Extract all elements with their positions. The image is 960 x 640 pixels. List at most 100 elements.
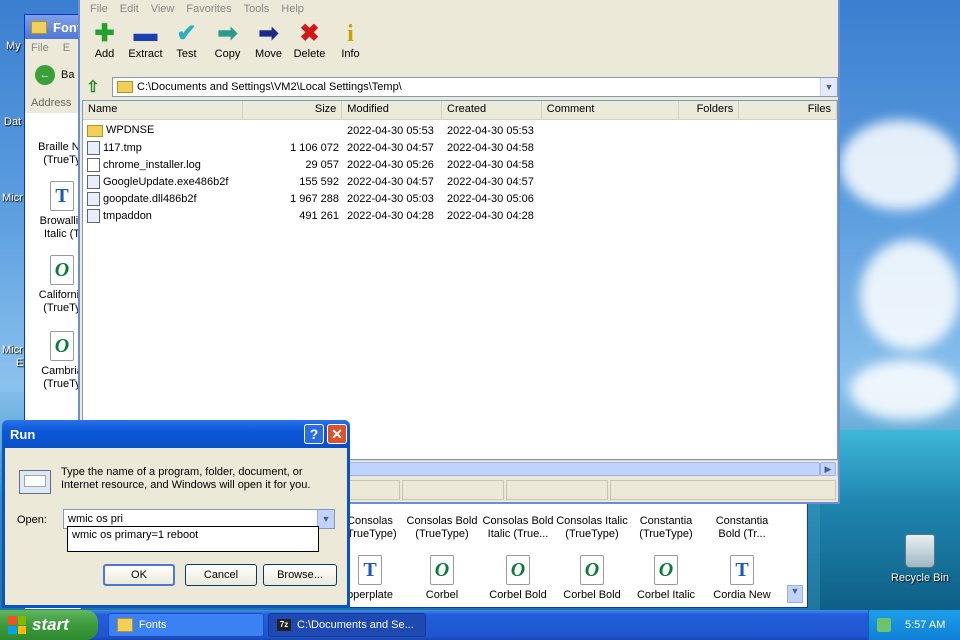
file-size: 1 967 288 [290,192,339,205]
menu-view[interactable]: View [145,3,181,15]
col-files[interactable]: Files [739,101,837,119]
run-command-value: wmic os pri [68,513,124,525]
copy-button[interactable]: ➡ Copy [207,18,248,66]
table-row[interactable]: WPDNSE 2022-04-30 05:53 2022-04-30 05:53 [83,122,837,139]
taskbar-item-label: Fonts [139,619,167,631]
font-item-label: Corbel Bold [563,589,621,601]
run-description: Type the name of a program, folder, docu… [61,466,311,491]
menu-edit[interactable]: E [63,42,70,54]
table-row[interactable]: goopdate.dll486b2f 1 967 288 2022-04-30 … [83,190,837,207]
file-list-header: Name Size Modified Created Comment Folde… [83,101,837,120]
menu-favorites[interactable]: Favorites [180,3,237,15]
font-item-label: Corbel Bold [489,589,547,601]
extract-button[interactable]: ▬ Extract [125,18,166,66]
table-row[interactable]: tmpaddon 491 261 2022-04-30 04:28 2022-0… [83,207,837,224]
font-item[interactable]: Constantia (TrueType) [627,515,705,541]
tray-icon[interactable] [877,618,891,632]
close-icon: ✕ [331,425,343,442]
table-row[interactable]: GoogleUpdate.exe486b2f 155 592 2022-04-3… [83,173,837,190]
font-item[interactable]: O Corbel Bold [553,555,631,602]
file-name: chrome_installer.log [103,158,201,171]
table-row[interactable]: chrome_installer.log 29 057 2022-04-30 0… [83,156,837,173]
menu-help[interactable]: Help [275,3,310,15]
desktop-label[interactable]: Micr [2,344,23,356]
menu-file[interactable]: File [84,3,114,15]
ok-button[interactable]: OK [103,564,175,586]
run-title-bar[interactable]: Run ? ✕ [2,420,350,448]
scroll-right-icon[interactable]: ▶ [820,462,836,476]
file-size: 29 057 [305,158,339,171]
taskbar-item-7zip[interactable]: 7z C:\Documents and Se... [268,613,426,637]
file-modified: 2022-04-30 05:03 [347,192,434,205]
add-button[interactable]: ✚ Add [84,18,125,66]
help-icon: ? [309,426,319,442]
recycle-bin-label: Recycle Bin [890,572,950,584]
cancel-button[interactable]: Cancel [185,564,257,586]
file-list[interactable]: Name Size Modified Created Comment Folde… [82,100,838,460]
folder-icon [117,618,133,632]
file-created: 2022-04-30 04:58 [447,158,534,171]
back-label[interactable]: Ba [61,69,74,81]
taskbar-item-fonts[interactable]: Fonts [108,613,264,637]
up-folder-button[interactable]: ⇧ [82,77,104,97]
7zip-menubar: File Edit View Favorites Tools Help [80,0,838,18]
browse-button[interactable]: Browse... [263,564,337,586]
menu-file[interactable]: File [31,42,49,54]
col-modified[interactable]: Modified [342,101,443,119]
desktop-label[interactable]: My [6,40,21,52]
menu-tools[interactable]: Tools [238,3,276,15]
font-item[interactable]: O Corbel Italic [627,555,705,602]
font-item[interactable]: O Corbel Bold [479,555,557,602]
file-name: WPDNSE [106,124,155,137]
path-input[interactable]: C:\Documents and Settings\VM2\Local Sett… [112,77,838,97]
chevron-down-icon[interactable]: ▼ [820,78,837,96]
autocomplete-suggestion[interactable]: wmic os primary=1 reboot [67,526,319,552]
font-item[interactable]: Consolas Bold Italic (True... [479,515,557,541]
font-item[interactable]: Consolas Bold (TrueType) [403,515,481,541]
7zip-toolbar: ✚ Add ▬ Extract ✔ Test ➡ Copy ➡ Move ✖ D… [80,18,838,68]
address-bar: ⇧ C:\Documents and Settings\VM2\Local Se… [82,76,838,98]
font-item[interactable]: T Cordia New [703,555,781,602]
move-label: Move [255,48,282,60]
up-arrow-icon: ⇧ [86,79,100,96]
col-comment[interactable]: Comment [542,101,680,119]
font-item-label: Consolas Bold Italic (True... [482,515,554,540]
back-arrow-icon[interactable]: ← [35,65,55,85]
col-name[interactable]: Name [83,101,243,119]
file-created: 2022-04-30 04:28 [447,209,534,222]
opentype-font-icon: O [654,555,678,585]
file-modified: 2022-04-30 04:28 [347,209,434,222]
address-label: Address [25,93,81,113]
copy-icon: ➡ [217,20,238,47]
run-dialog[interactable]: Run ? ✕ Type the name of a program, fold… [2,420,350,608]
font-item[interactable]: O Corbel [403,555,481,602]
info-button[interactable]: i Info [330,18,371,66]
font-item[interactable]: Consolas Italic (TrueType) [553,515,631,541]
delete-icon: ✖ [299,20,320,47]
clock[interactable]: 5:57 AM [905,619,945,631]
test-button[interactable]: ✔ Test [166,18,207,66]
col-created[interactable]: Created [442,101,542,119]
help-button[interactable]: ? [304,424,324,444]
close-button[interactable]: ✕ [327,424,347,444]
opentype-font-icon: O [50,255,74,285]
table-row[interactable]: 117.tmp 1 106 072 2022-04-30 04:57 2022-… [83,139,837,156]
menu-edit[interactable]: Edit [114,3,145,15]
move-button[interactable]: ➡ Move [248,18,289,66]
chevron-down-icon[interactable]: ▼ [317,510,334,528]
col-size[interactable]: Size [243,101,343,119]
7zip-icon: 7z [277,619,291,631]
font-item-label: Consolas Italic (TrueType) [556,515,628,540]
desktop-label[interactable]: Dat [4,116,21,128]
start-button[interactable]: start [0,610,98,640]
desktop-label[interactable]: Micr [2,192,23,204]
recycle-bin[interactable]: Recycle Bin [888,534,952,584]
col-folders[interactable]: Folders [679,101,740,119]
file-size: 155 592 [299,175,339,188]
folder-icon [117,81,133,93]
delete-button[interactable]: ✖ Delete [289,18,330,66]
add-icon: ✚ [94,20,115,47]
font-item[interactable]: Constantia Bold (Tr... [703,515,781,541]
opentype-font-icon: O [50,331,74,361]
scroll-down-icon[interactable]: ▼ [787,585,803,603]
